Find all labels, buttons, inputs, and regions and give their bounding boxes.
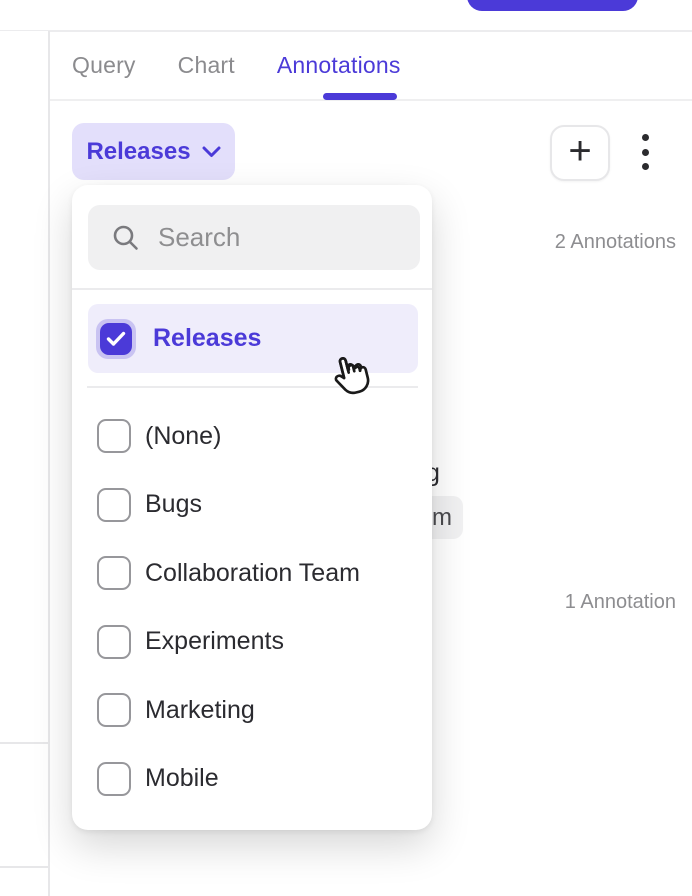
plus-icon: + (568, 131, 591, 171)
checkbox-unchecked-icon[interactable] (97, 488, 131, 522)
checkbox-checked-icon[interactable] (100, 323, 132, 355)
rail-divider (0, 866, 48, 868)
dropdown-search[interactable] (88, 205, 420, 270)
kebab-menu-icon (642, 163, 649, 170)
option-label: Experiments (145, 627, 284, 656)
tab-chart[interactable]: Chart (178, 52, 235, 79)
option-label: (None) (145, 422, 221, 451)
clipped-chip-text: m (432, 504, 452, 532)
releases-dropdown-popover: Releases (None) Bugs Collaboration Team Exp… (72, 185, 432, 830)
kebab-menu-icon (642, 134, 649, 141)
checkbox-unchecked-icon[interactable] (97, 762, 131, 796)
rail-divider (0, 742, 48, 744)
checkbox-focus-ring (96, 319, 136, 359)
dropdown-divider (72, 288, 432, 290)
checkbox-unchecked-icon[interactable] (97, 556, 131, 590)
search-input[interactable] (158, 222, 388, 253)
tab-bar: Query Chart Annotations (50, 31, 692, 101)
tab-query[interactable]: Query (72, 52, 136, 79)
dropdown-option-none[interactable]: (None) (72, 402, 432, 471)
left-rail (0, 31, 50, 896)
option-label: Bugs (145, 490, 202, 519)
dropdown-options: (None) Bugs Collaboration Team Experiments M… (72, 402, 432, 813)
annotation-count-2: 1 Annotation (565, 591, 676, 614)
add-annotation-button[interactable]: + (550, 125, 610, 181)
option-label: Releases (153, 324, 261, 353)
checkbox-unchecked-icon[interactable] (97, 625, 131, 659)
dropdown-option-collaboration-team[interactable]: Collaboration Team (72, 539, 432, 608)
dropdown-option-experiments[interactable]: Experiments (72, 608, 432, 677)
dropdown-option-mobile[interactable]: Mobile (72, 745, 432, 814)
option-label: Mobile (145, 764, 219, 793)
option-label: Marketing (145, 696, 255, 725)
checkbox-unchecked-icon[interactable] (97, 419, 131, 453)
kebab-menu-icon (642, 149, 649, 156)
releases-filter-label: Releases (86, 138, 190, 166)
checkmark-icon (106, 331, 126, 347)
option-label: Collaboration Team (145, 559, 360, 588)
primary-action-button[interactable] (467, 0, 638, 11)
checkbox-unchecked-icon[interactable] (97, 693, 131, 727)
chevron-down-icon (202, 146, 221, 158)
more-options-button[interactable] (639, 134, 651, 170)
tab-annotations[interactable]: Annotations (277, 52, 401, 79)
releases-filter-button[interactable]: Releases (72, 123, 235, 180)
dropdown-option-bugs[interactable]: Bugs (72, 471, 432, 540)
active-tab-underline (323, 93, 397, 100)
search-icon (112, 224, 139, 251)
annotation-count-1: 2 Annotations (555, 231, 676, 254)
annotations-screen: Query Chart Annotations Releases + 2 Annot… (0, 0, 692, 896)
dropdown-option-marketing[interactable]: Marketing (72, 676, 432, 745)
